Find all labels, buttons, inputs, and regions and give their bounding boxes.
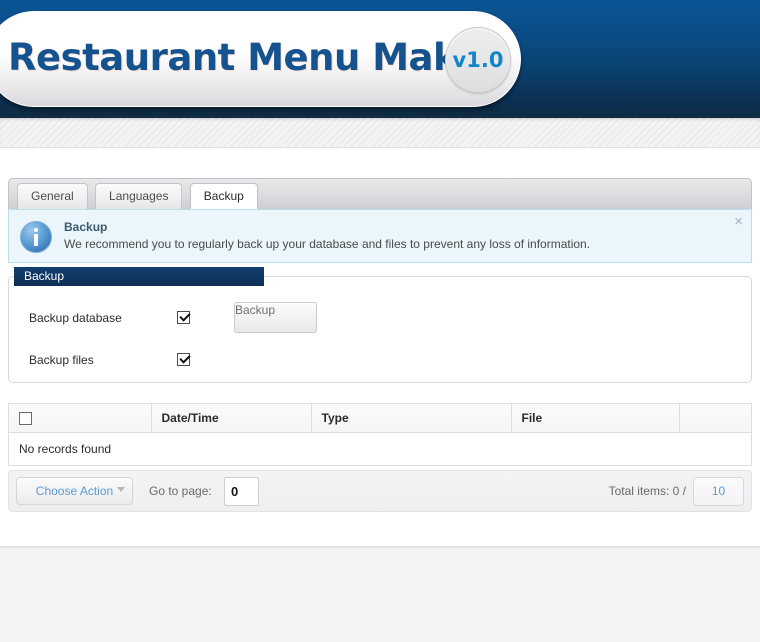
fieldset-legend: Backup xyxy=(14,267,264,286)
empty-message: No records found xyxy=(9,432,751,465)
goto-page-label: Go to page: xyxy=(149,484,212,498)
select-all-checkbox[interactable] xyxy=(19,411,32,425)
chevron-down-icon xyxy=(117,487,125,492)
table-header-row: Date/Time Type File xyxy=(9,404,751,433)
backup-database-row: Backup database Backup xyxy=(9,302,751,333)
tab-backup[interactable]: Backup xyxy=(189,183,258,211)
app-header: Restaurant Menu Maker v1.0 xyxy=(0,0,760,118)
main-content: General Languages Backup Backup We recom… xyxy=(0,148,760,546)
table-header-type[interactable]: Type xyxy=(311,404,512,433)
table-header-select xyxy=(9,404,152,433)
backup-database-label: Backup database xyxy=(29,311,122,325)
backup-files-label: Backup files xyxy=(29,353,94,367)
table-toolbar: Choose Action Go to page: Total items: 0… xyxy=(8,470,752,512)
notice-text: We recommend you to regularly back up yo… xyxy=(64,237,591,251)
backup-fieldset: Backup Backup database Backup Backup fil… xyxy=(8,267,752,383)
choose-action-dropdown[interactable]: Choose Action xyxy=(16,477,133,505)
close-icon[interactable]: × xyxy=(734,214,743,229)
tab-languages[interactable]: Languages xyxy=(95,183,183,210)
page-background-bottom xyxy=(0,546,760,642)
table-header-datetime[interactable]: Date/Time xyxy=(151,404,312,433)
tab-bar: General Languages Backup xyxy=(8,178,752,211)
app-title: Restaurant Menu Maker xyxy=(8,36,499,79)
goto-page-input[interactable] xyxy=(224,477,259,506)
backup-database-checkbox[interactable] xyxy=(177,311,190,324)
backup-files-checkbox[interactable] xyxy=(177,353,190,366)
backup-records-table: Date/Time Type File No records found xyxy=(8,403,752,466)
version-badge-label: v1.0 xyxy=(452,48,504,72)
backup-button[interactable]: Backup xyxy=(234,302,317,333)
striped-separator xyxy=(0,118,760,148)
per-page-selector[interactable]: 10 xyxy=(693,477,744,506)
backup-files-row: Backup files xyxy=(9,351,751,375)
choose-action-label: Choose Action xyxy=(35,484,114,498)
table-header-actions xyxy=(679,404,751,433)
total-items-label: Total items: 0 / xyxy=(608,484,686,498)
table-empty-row: No records found xyxy=(9,432,751,465)
notice-panel: Backup We recommend you to regularly bac… xyxy=(8,209,752,263)
info-icon xyxy=(20,221,52,253)
notice-title: Backup xyxy=(64,220,108,234)
version-badge: v1.0 xyxy=(445,27,511,93)
tab-general[interactable]: General xyxy=(17,183,88,210)
table-header-file[interactable]: File xyxy=(511,404,680,433)
